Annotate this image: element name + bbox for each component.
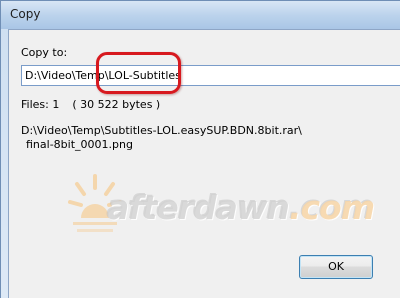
dialog-client-area: Copy to: D:\Video\Temp\LOL-Subtitles Fil… bbox=[8, 29, 400, 298]
watermark-main: afterdawn bbox=[107, 188, 290, 227]
afterdawn-watermark: afterdawn.com bbox=[67, 172, 375, 252]
copy-to-label: Copy to: bbox=[21, 46, 68, 59]
watermark-text: afterdawn.com bbox=[107, 188, 375, 227]
source-path-line-1: D:\Video\Temp\Subtitles-LOL.easySUP.BDN.… bbox=[21, 124, 302, 137]
highlight-annotation bbox=[96, 52, 181, 94]
source-path-line-2: final-8bit_0001.png bbox=[26, 138, 133, 151]
files-info: Files: 1 ( 30 522 bytes ) bbox=[21, 98, 160, 111]
watermark-suffix: .com bbox=[288, 188, 375, 227]
ok-button[interactable]: OK bbox=[299, 255, 373, 279]
source-file-path: D:\Video\Temp\Subtitles-LOL.easySUP.BDN.… bbox=[21, 124, 302, 152]
files-size: ( 30 522 bytes ) bbox=[72, 98, 161, 111]
files-count: Files: 1 bbox=[21, 98, 60, 111]
title-bar[interactable]: Copy bbox=[1, 1, 400, 29]
window-title: Copy bbox=[10, 7, 41, 21]
copy-dialog-window: Copy Copy to: D:\Video\Temp\LOL-Subtitle… bbox=[0, 0, 400, 298]
copy-to-path-input[interactable]: D:\Video\Temp\LOL-Subtitles bbox=[21, 65, 400, 86]
